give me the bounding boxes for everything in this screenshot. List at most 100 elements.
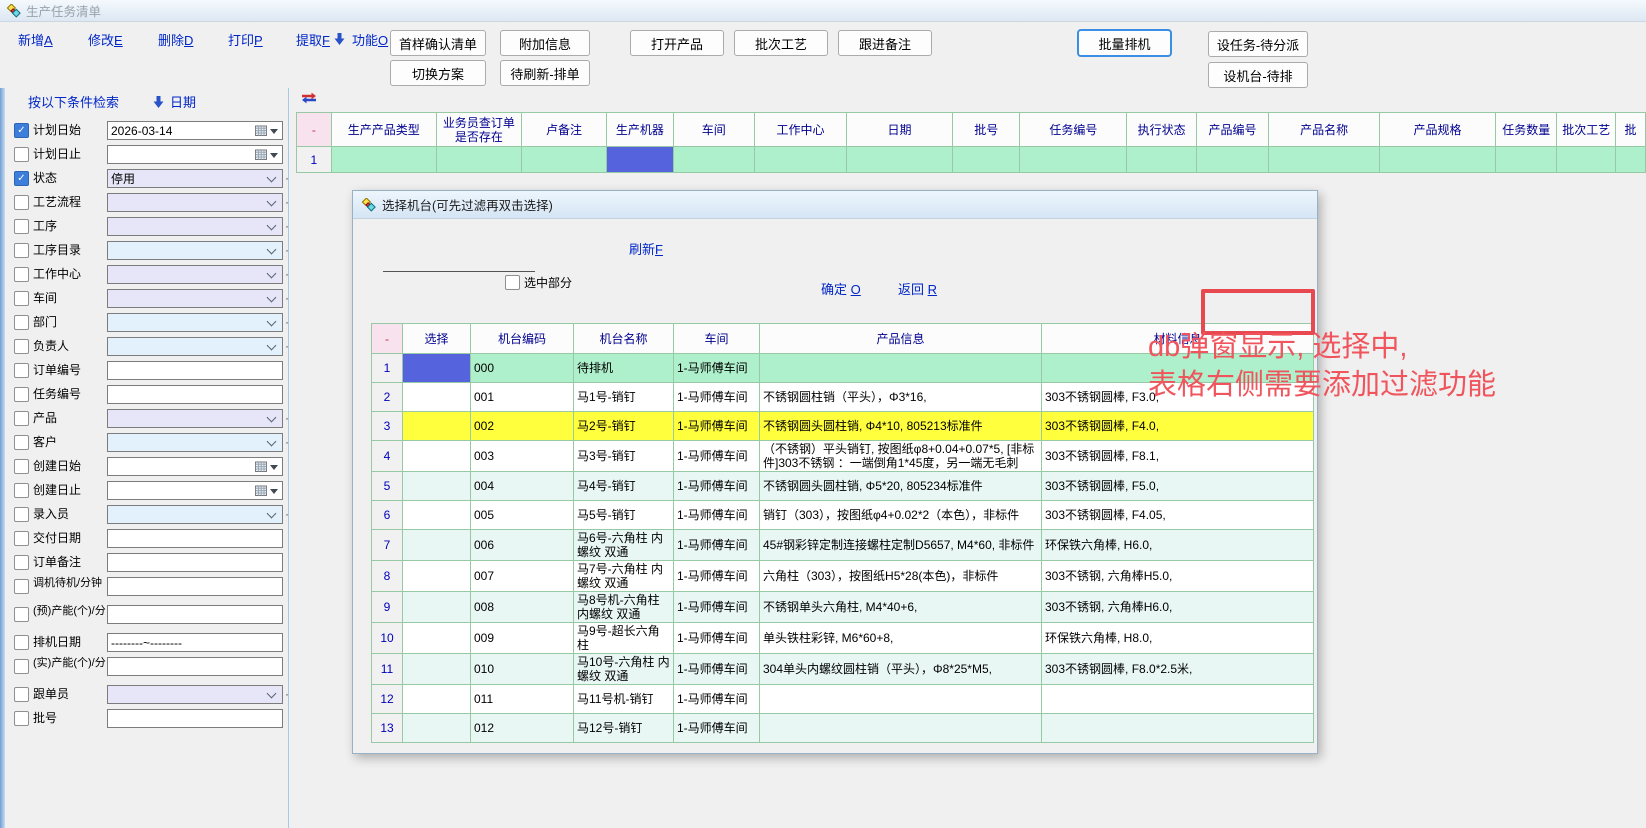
cell-material[interactable]: 303不锈钢圆棒, F8.0*2.5米, xyxy=(1042,654,1314,685)
menu-edit[interactable]: 修改E xyxy=(88,30,123,49)
filter-text-field[interactable] xyxy=(107,385,283,404)
more-options-button[interactable]: · xyxy=(285,265,289,284)
filter-checkbox[interactable] xyxy=(14,555,29,570)
cell-code[interactable]: 002 xyxy=(471,412,574,441)
cell-code[interactable]: 005 xyxy=(471,501,574,530)
filter-combo-field[interactable] xyxy=(107,241,283,260)
cell-select[interactable] xyxy=(403,530,471,561)
more-options-button[interactable]: · xyxy=(285,169,289,188)
cell-name[interactable]: 马11号机-销钉 xyxy=(574,685,674,714)
cell-material[interactable]: 303不锈钢, 六角棒H6.0, xyxy=(1042,592,1314,623)
cell-code[interactable]: 003 xyxy=(471,441,574,472)
filter-checkbox[interactable] xyxy=(14,219,29,234)
batch-schedule-button[interactable]: 批量排机 xyxy=(1077,29,1172,57)
cell-workshop[interactable]: 1-马师傅车间 xyxy=(674,501,760,530)
cell-code[interactable]: 012 xyxy=(471,714,574,743)
column-header[interactable]: 业务员查订单是否存在 xyxy=(436,113,521,147)
menu-extract[interactable]: 提取F xyxy=(296,30,330,49)
filter-combo-field[interactable]: 停用 xyxy=(107,169,283,188)
cell-product[interactable]: 不锈钢圆头圆柱销, Φ5*20, 805234标准件 xyxy=(760,472,1042,501)
filter-combo-field[interactable] xyxy=(107,265,283,284)
batch-process-button[interactable]: 批次工艺 xyxy=(734,30,828,56)
row-number-cell[interactable]: 11 xyxy=(372,654,403,685)
grid-cell[interactable] xyxy=(331,147,436,173)
cell-workshop[interactable]: 1-马师傅车间 xyxy=(674,592,760,623)
filter-date-field[interactable] xyxy=(107,481,283,500)
pending-refresh-schedule-button[interactable]: 待刷新-排单 xyxy=(500,60,590,86)
sort-field-link[interactable]: 日期 xyxy=(170,92,196,111)
filter-date-field[interactable] xyxy=(107,457,283,476)
cell-material[interactable]: 303不锈钢圆棒, F4.05, xyxy=(1042,501,1314,530)
swap-columns-icon[interactable] xyxy=(301,92,317,107)
column-header[interactable]: 车间 xyxy=(674,324,760,354)
dropdown-arrow-icon[interactable] xyxy=(270,489,278,498)
grid-cell[interactable] xyxy=(436,147,521,173)
cell-code[interactable]: 009 xyxy=(471,623,574,654)
calendar-icon[interactable] xyxy=(255,149,267,160)
cell-product[interactable]: 不锈钢圆柱销（平头），Φ3*16, xyxy=(760,383,1042,412)
grid-cell[interactable] xyxy=(754,147,846,173)
filter-checkbox[interactable] xyxy=(14,387,29,402)
menu-functions[interactable]: 功能O xyxy=(352,30,388,49)
cell-select[interactable] xyxy=(403,714,471,743)
cell-workshop[interactable]: 1-马师傅车间 xyxy=(674,530,760,561)
machine-filter-input[interactable] xyxy=(383,253,535,272)
row-number-cell[interactable]: 5 xyxy=(372,472,403,501)
cell-product[interactable]: 45#钢彩锌定制连接螺柱定制D5657, M4*60, 非标件 xyxy=(760,530,1042,561)
grid-cell[interactable] xyxy=(1495,147,1557,173)
grid-cell[interactable] xyxy=(1269,147,1380,173)
column-header[interactable]: 产品规格 xyxy=(1380,113,1496,147)
column-header[interactable]: 任务数量 xyxy=(1495,113,1557,147)
search-conditions-link[interactable]: 按以下条件检索 xyxy=(28,92,119,111)
column-header[interactable]: 日期 xyxy=(847,113,953,147)
cell-product[interactable]: 销钉（303），按图纸φ4+0.02*2（本色），非标件 xyxy=(760,501,1042,530)
row-number-cell[interactable]: 6 xyxy=(372,501,403,530)
cell-select[interactable] xyxy=(403,685,471,714)
filter-checkbox[interactable] xyxy=(14,435,29,450)
column-header[interactable]: 生产产品类型 xyxy=(331,113,436,147)
switch-plan-button[interactable]: 切换方案 xyxy=(390,60,486,86)
cell-name[interactable]: 马12号-销钉 xyxy=(574,714,674,743)
menu-delete[interactable]: 删除D xyxy=(158,30,193,49)
menu-add[interactable]: 新增A xyxy=(18,30,53,49)
filter-checkbox[interactable] xyxy=(14,195,29,210)
grid-cell[interactable] xyxy=(1557,147,1616,173)
cell-product[interactable] xyxy=(760,354,1042,383)
combo-chevron-icon[interactable] xyxy=(267,508,277,518)
cell-code[interactable]: 008 xyxy=(471,592,574,623)
column-header[interactable]: 执行状态 xyxy=(1127,113,1196,147)
cell-workshop[interactable]: 1-马师傅车间 xyxy=(674,412,760,441)
cell-name[interactable]: 马4号-销钉 xyxy=(574,472,674,501)
cell-product[interactable]: 304单头内螺纹圆柱销（平头），Φ8*25*M5, xyxy=(760,654,1042,685)
cell-name[interactable]: 马3号-销钉 xyxy=(574,441,674,472)
combo-chevron-icon[interactable] xyxy=(267,292,277,302)
cell-workshop[interactable]: 1-马师傅车间 xyxy=(674,441,760,472)
back-link[interactable]: 返回 R xyxy=(898,279,937,298)
dropdown-arrow-icon[interactable] xyxy=(270,129,278,138)
cell-product[interactable]: 单头铁柱彩锌, M6*60+8, xyxy=(760,623,1042,654)
column-header[interactable]: 产品名称 xyxy=(1269,113,1380,147)
cell-code[interactable]: 000 xyxy=(471,354,574,383)
column-header[interactable]: 车间 xyxy=(673,113,754,147)
cell-workshop[interactable]: 1-马师傅车间 xyxy=(674,623,760,654)
column-header[interactable]: 工作中心 xyxy=(754,113,846,147)
cell-material[interactable]: 303不锈钢圆棒, F8.1, xyxy=(1042,441,1314,472)
dropdown-arrow-icon[interactable] xyxy=(270,153,278,162)
filter-text-field[interactable] xyxy=(107,577,283,596)
grid-cell[interactable] xyxy=(953,147,1020,173)
selected-cell[interactable] xyxy=(403,354,471,383)
more-options-button[interactable]: · xyxy=(285,505,289,524)
dropdown-arrow-icon[interactable] xyxy=(270,465,278,474)
cell-product[interactable] xyxy=(760,685,1042,714)
filter-combo-field[interactable] xyxy=(107,505,283,524)
combo-chevron-icon[interactable] xyxy=(267,268,277,278)
column-header[interactable]: 机台名称 xyxy=(574,324,674,354)
calendar-icon[interactable] xyxy=(255,485,267,496)
row-number-cell[interactable]: 3 xyxy=(372,412,403,441)
combo-chevron-icon[interactable] xyxy=(267,436,277,446)
cell-material[interactable]: 环保铁六角棒, H8.0, xyxy=(1042,623,1314,654)
combo-chevron-icon[interactable] xyxy=(267,316,277,326)
dialog-title-bar[interactable]: 选择机台(可先过滤再双击选择) xyxy=(353,191,1317,219)
more-options-button[interactable]: · xyxy=(285,217,289,236)
filter-checkbox[interactable] xyxy=(14,687,29,702)
